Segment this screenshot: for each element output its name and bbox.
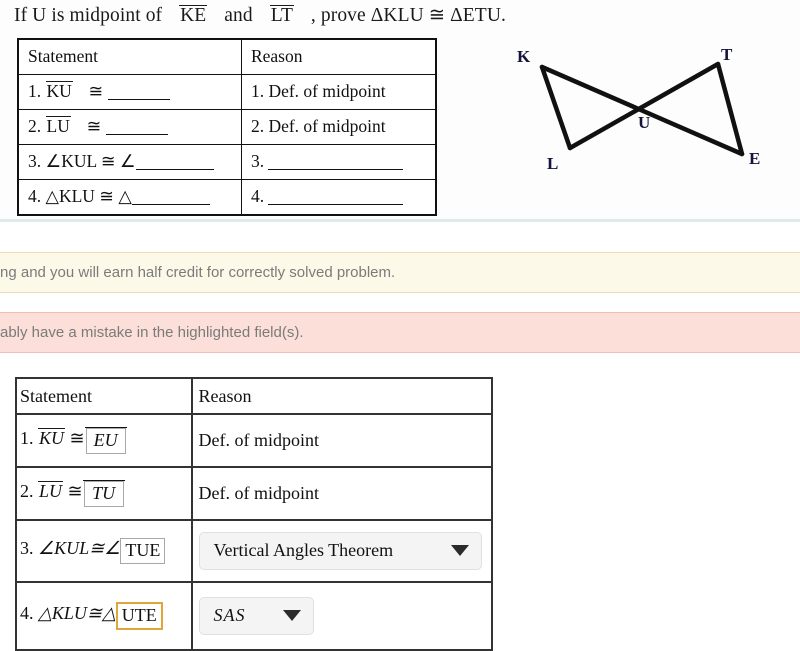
table-row: 3. ∠KUL ≅ ∠ 3.	[17, 144, 437, 180]
reason-text-1: Def. of midpoint	[198, 430, 319, 450]
problem-statement: If U is midpoint of KE and LT , prove ΔK…	[14, 3, 506, 27]
line-te	[715, 61, 745, 157]
reason-select-4[interactable]: SAS	[198, 597, 314, 635]
statement-text-3: ∠KUL≅∠	[38, 538, 121, 559]
figure-label-k: K	[517, 47, 531, 66]
reason-cell-4: 4.	[240, 179, 437, 216]
error-banner-text: ably have a mistake in the highlighted f…	[0, 324, 304, 341]
blank-line	[107, 99, 170, 100]
answer-proof-table: Statement Reason 1. KU ≅ EU Def. of midpo…	[15, 377, 493, 651]
blank-line	[105, 134, 168, 135]
proof-table-image: Statement Reason 1. KU ≅ 1. Def. of midp…	[17, 38, 437, 216]
figure-label-l: L	[547, 154, 558, 173]
statement-cell-1: 1. KU ≅	[17, 74, 242, 110]
reason-text-2: Def. of midpoint	[198, 483, 319, 503]
statement-cell-4: 4. △KLU ≅ △	[17, 179, 242, 216]
answer-input-2[interactable]: TU	[83, 481, 124, 507]
statement-cell-2: 2. LU ≅	[17, 109, 242, 145]
segment-lu: LU	[45, 116, 71, 136]
statement-text: △KLU ≅ △	[45, 186, 132, 206]
figure-label-e: E	[749, 149, 760, 168]
table-row: 1. KU ≅ EU Def. of midpoint	[15, 413, 493, 468]
answer-overline-1: EU	[84, 427, 127, 454]
answer-input-1[interactable]: EU	[85, 428, 126, 454]
table-row: 4. △KLU≅△ UTE SAS	[15, 581, 493, 651]
row-number: 3.	[20, 538, 34, 559]
table-row: 2. LU ≅ 2. Def. of midpoint	[17, 109, 437, 145]
row-number: 4.	[28, 186, 42, 206]
table-row-header: Statement Reason	[17, 38, 437, 75]
answer-header-statement: Statement	[15, 377, 193, 415]
table-row: 2. LU ≅ TU Def. of midpoint	[15, 466, 493, 521]
problem-prefix: If U is midpoint of	[14, 5, 163, 26]
table-row: 4. △KLU ≅ △ 4.	[17, 179, 437, 216]
congruent-symbol: ≅	[67, 481, 83, 502]
header-statement: Statement	[17, 38, 242, 75]
reason-cell-2: 2. Def. of midpoint	[240, 109, 437, 145]
row-number: 3.	[28, 151, 42, 171]
reason-select-3[interactable]: Vertical Angles Theorem	[198, 532, 482, 570]
reason-cell-3: 3.	[240, 144, 437, 180]
answer-reason-cell-1: Def. of midpoint	[190, 413, 493, 468]
row-number: 4.	[20, 603, 34, 624]
answer-statement-cell-1: 1. KU ≅ EU	[15, 413, 193, 468]
chevron-down-icon	[282, 610, 301, 621]
reason-select-3-label: Vertical Angles Theorem	[213, 540, 394, 560]
table-row: 1. KU ≅ 1. Def. of midpoint	[17, 74, 437, 110]
problem-conjunction: and	[224, 5, 253, 26]
reason-cell-1: 1. Def. of midpoint	[240, 74, 437, 110]
reason-number: 3.	[250, 151, 265, 171]
header-reason: Reason	[240, 38, 437, 75]
answer-statement-cell-3: 3. ∠KUL≅∠ TUE	[15, 519, 193, 583]
segment-lt: LT	[269, 5, 294, 26]
blank-line	[268, 169, 404, 170]
segment-ku: KU	[38, 428, 66, 449]
answer-input-4[interactable]: UTE	[115, 602, 163, 630]
section-divider	[0, 219, 800, 222]
congruent-symbol: ≅	[88, 81, 104, 101]
geometry-figure-bowtie: K T L E U	[517, 45, 760, 173]
segment-ku: KU	[45, 81, 73, 101]
chevron-down-icon	[450, 545, 469, 556]
blank-line	[131, 204, 210, 205]
reason-select-4-label: SAS	[213, 605, 246, 625]
segment-ke: KE	[179, 5, 208, 26]
table-row: 3. ∠KUL≅∠ TUE Vertical Angles Theorem	[15, 519, 493, 583]
problem-image-region: If U is midpoint of KE and LT , prove ΔK…	[0, 0, 800, 221]
blank-line	[135, 169, 214, 170]
row-number: 1.	[28, 81, 42, 101]
line-ke	[539, 64, 745, 157]
reason-number: 4.	[250, 186, 265, 206]
answer-reason-cell-3: Vertical Angles Theorem	[190, 519, 493, 583]
error-banner: ably have a mistake in the highlighted f…	[0, 312, 800, 353]
row-number: 2.	[20, 481, 34, 502]
answer-statement-cell-2: 2. LU ≅ TU	[15, 466, 193, 521]
answer-reason-cell-2: Def. of midpoint	[190, 466, 493, 521]
blank-line	[268, 204, 404, 205]
congruent-symbol: ≅	[86, 116, 102, 136]
answer-reason-cell-4: SAS	[190, 581, 493, 651]
table-row-header: Statement Reason	[15, 377, 493, 415]
statement-cell-3: 3. ∠KUL ≅ ∠	[17, 144, 242, 180]
statement-text-4: △KLU≅△	[38, 603, 116, 624]
figure-label-t: T	[721, 45, 733, 64]
answer-header-reason: Reason	[190, 377, 493, 415]
answer-overline-2: TU	[82, 480, 125, 507]
row-number: 1.	[20, 428, 34, 449]
figure-label-u: U	[638, 113, 650, 132]
row-number: 2.	[28, 116, 42, 136]
info-banner-text: ng and you will earn half credit for cor…	[0, 264, 396, 281]
answer-input-3[interactable]: TUE	[120, 538, 166, 564]
answer-statement-cell-4: 4. △KLU≅△ UTE	[15, 581, 193, 651]
congruent-symbol: ≅	[69, 428, 85, 449]
info-banner: ng and you will earn half credit for cor…	[0, 252, 800, 293]
segment-lu: LU	[38, 481, 64, 502]
statement-text: ∠KUL ≅ ∠	[45, 151, 136, 171]
problem-suffix: , prove ΔKLU ≅ ΔETU.	[310, 5, 506, 26]
